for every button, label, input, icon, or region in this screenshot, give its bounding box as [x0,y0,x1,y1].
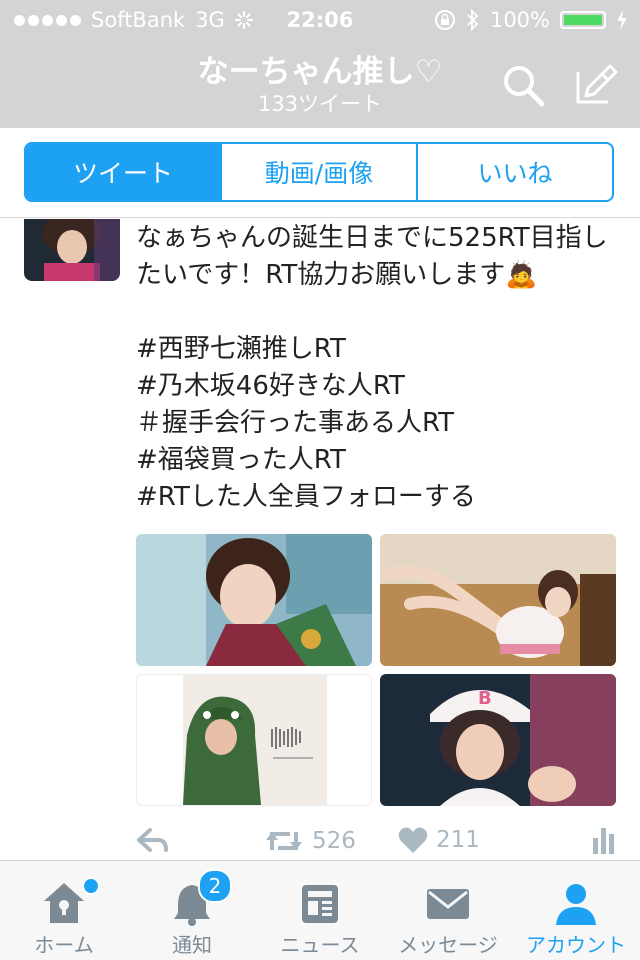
news-icon [302,885,338,923]
tab-home[interactable]: ホーム [0,861,128,960]
person-icon [556,884,596,925]
status-right: 100% [434,8,628,32]
heart-icon [398,827,428,853]
media-image-3[interactable] [136,674,372,806]
notification-badge: 2 [198,869,232,903]
like-button[interactable]: 211 [398,826,480,854]
envelope-icon [427,889,469,919]
charging-icon [617,10,627,30]
bottom-tab-bar: ホーム 2 通知 ニュース メッセージ アカウント [0,860,640,960]
analytics-bar-icon [593,828,614,854]
tab-news-label: ニュース [280,933,360,957]
battery-icon [560,11,606,29]
like-count: 211 [436,827,480,853]
tweet-media-grid: B [136,534,616,806]
retweet-button[interactable]: 526 [264,826,356,856]
tab-messages[interactable]: メッセージ [384,861,512,960]
analytics-button[interactable] [592,826,616,854]
tab-home-label: ホーム [34,933,94,957]
bluetooth-icon [467,9,479,31]
status-bar: SoftBank 3G 22:06 100% [0,0,640,40]
tab-tweets[interactable]: ツイート [26,144,220,200]
avatar[interactable] [24,219,120,281]
search-icon[interactable] [500,62,546,108]
home-new-dot [82,877,100,895]
battery-percent: 100% [489,8,550,32]
tab-likes[interactable]: いいね [416,144,612,200]
tweet-text: なぁちゃんの誕生日までに525RT目指したいです！RT協力お願いします🙇 #西野… [136,223,608,512]
reply-icon [137,828,168,852]
tab-notifications-label: 通知 [172,933,212,957]
svg-text:B: B [478,688,492,709]
media-image-2[interactable] [380,534,616,666]
tab-account-label: アカウント [526,933,626,957]
tab-media[interactable]: 動画/画像 [220,144,416,200]
tab-news[interactable]: ニュース [256,861,384,960]
retweet-icon [266,832,302,850]
profile-segment-control: ツイート 動画/画像 いいね [24,142,614,202]
media-image-4[interactable]: B [380,674,616,806]
home-icon [44,883,84,923]
tweet-actions: 526 211 [136,826,626,862]
rotation-lock-icon [434,10,455,30]
tab-notifications[interactable]: 2 通知 [128,861,256,960]
media-image-1[interactable] [136,534,372,666]
tab-messages-label: メッセージ [398,933,498,957]
retweet-count: 526 [312,828,356,854]
tab-account[interactable]: アカウント [512,861,640,960]
compose-tweet-icon[interactable] [572,62,618,108]
divider [0,217,640,218]
reply-button[interactable] [136,826,170,856]
profile-header: なーちゃん推し♡ 133ツイート [0,40,640,128]
